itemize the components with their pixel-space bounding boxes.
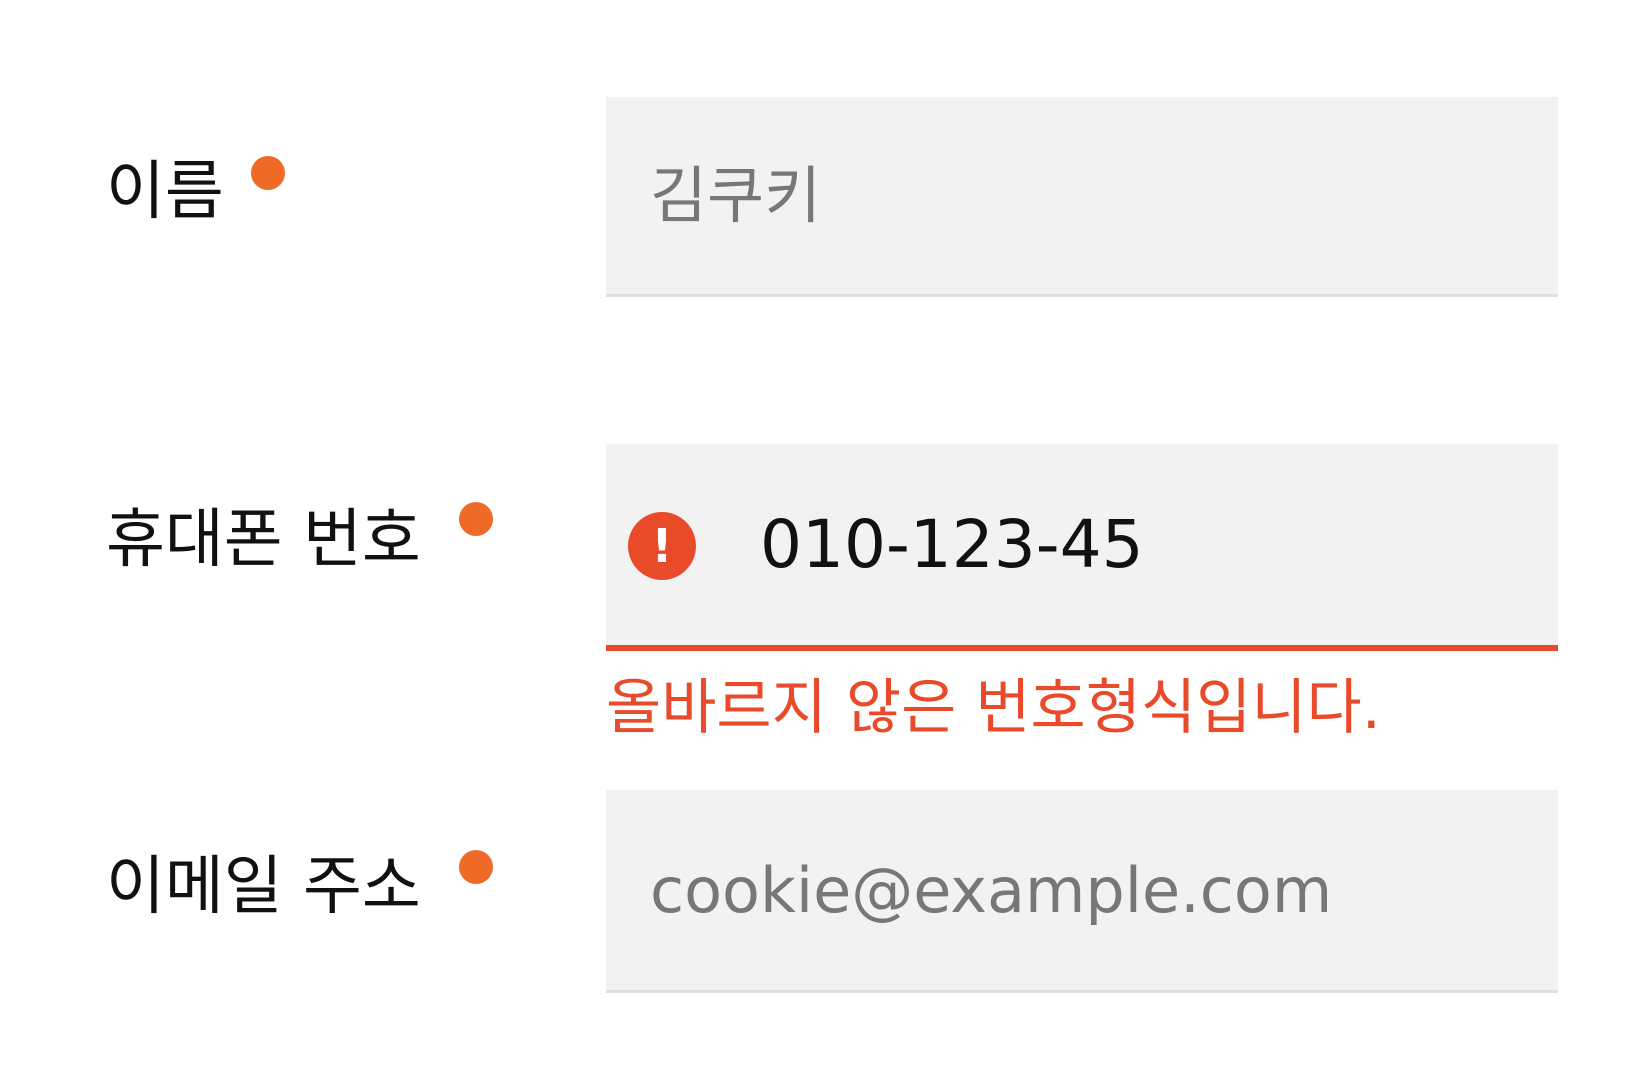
email-field[interactable] bbox=[606, 790, 1558, 993]
phone-field[interactable]: ! bbox=[606, 444, 1558, 651]
email-label: 이메일 주소 bbox=[106, 850, 421, 924]
signup-form: 이름 휴대폰 번호 ! 올바르지 않은 번호형식입니다. 이메일 주소 bbox=[0, 0, 1632, 1074]
phone-error-message: 올바르지 않은 번호형식입니다. bbox=[606, 673, 1381, 743]
name-field[interactable] bbox=[606, 97, 1558, 297]
name-label: 이름 bbox=[106, 155, 224, 229]
required-dot-icon bbox=[251, 156, 285, 190]
phone-label: 휴대폰 번호 bbox=[106, 503, 421, 577]
name-input[interactable] bbox=[650, 97, 1510, 294]
phone-input[interactable] bbox=[760, 444, 1520, 645]
exclamation-circle-icon: ! bbox=[628, 512, 696, 581]
required-dot-icon bbox=[459, 850, 493, 884]
email-input[interactable] bbox=[650, 790, 1510, 990]
required-dot-icon bbox=[459, 502, 493, 536]
